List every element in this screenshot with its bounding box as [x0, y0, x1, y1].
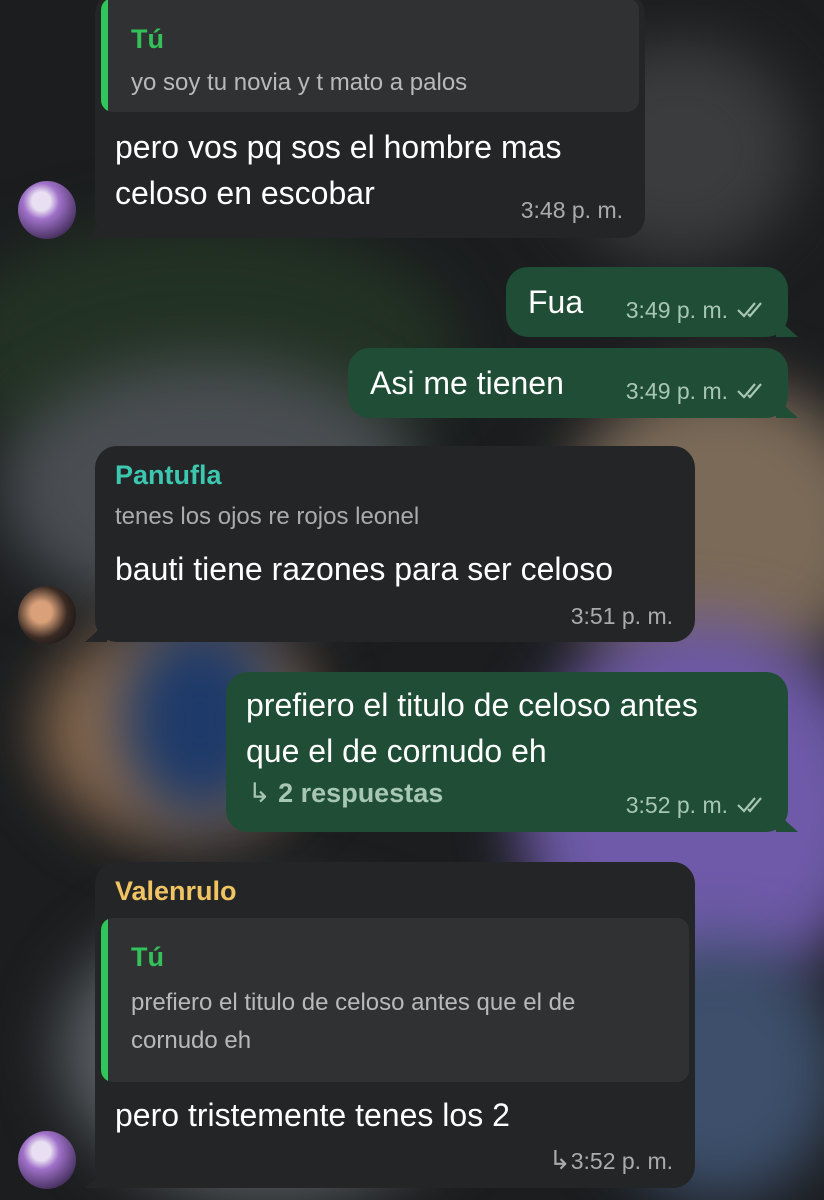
message-bubble-outgoing[interactable]: prefiero el titulo de celoso antes que e… [226, 672, 788, 832]
quote-sender: Tú [131, 942, 164, 972]
double-check-icon [736, 793, 770, 820]
quoted-message[interactable]: Tú yo soy tu novia y t mato a palos [101, 0, 639, 112]
message-time-text: 3:49 p. m. [625, 296, 728, 323]
message-time-text: 3:52 p. m. [625, 791, 728, 818]
avatar[interactable] [18, 1131, 76, 1189]
sender-name[interactable]: Valenrulo [115, 876, 237, 907]
message-text: pero tristemente tenes los 2 [115, 1097, 510, 1133]
message-bubble-incoming[interactable]: Valenrulo Tú prefiero el titulo de celos… [95, 862, 695, 1188]
message-time: 3:48 p. m. [520, 197, 623, 223]
message-bubble-incoming[interactable]: Pantufla tenes los ojos re rojos leonel … [95, 446, 695, 642]
reply-arrow-icon: ↳ [248, 778, 271, 808]
message-text: bauti tiene razones para ser celoso [115, 551, 614, 587]
quoted-message[interactable]: Tú prefiero el titulo de celoso antes qu… [101, 918, 689, 1082]
quote-line: cornudo eh [131, 1027, 252, 1054]
message-bubble-outgoing[interactable]: Fua 3:49 p. m. [506, 267, 788, 337]
message-line: que el de cornudo eh [246, 733, 547, 769]
message-text: Asi me tienen [370, 365, 564, 401]
quote-accent-bar [101, 0, 108, 112]
message-text: Fua [528, 284, 584, 320]
reply-arrow-icon: ↳ [548, 1145, 571, 1175]
quote-text: yo soy tu novia y t mato a palos [131, 69, 468, 96]
double-check-icon [736, 298, 770, 325]
message-line: prefiero el titulo de celoso antes [246, 687, 698, 723]
quote-text: prefiero el titulo de celoso antes que e… [131, 984, 575, 1060]
message-time: 3:51 p. m. [570, 603, 673, 629]
avatar[interactable] [18, 181, 76, 239]
message-time: 3:49 p. m. [626, 378, 770, 406]
message-time: 3:49 p. m. [626, 297, 770, 325]
quote-line: prefiero el titulo de celoso antes que e… [131, 989, 576, 1016]
replies-link[interactable]: ↳ 2 respuestas [248, 778, 443, 809]
message-text: pero vos pq sos el hombre mas celoso en … [115, 124, 561, 216]
message-bubble-outgoing[interactable]: Asi me tienen 3:49 p. m. [348, 348, 788, 418]
replies-count: 2 respuestas [278, 778, 444, 808]
message-time: 3:52 p. m. [626, 792, 770, 820]
message-time-text: 3:49 p. m. [625, 377, 728, 404]
message-text: prefiero el titulo de celoso antes que e… [246, 682, 698, 774]
message-time: ↳3:52 p. m. [549, 1145, 673, 1176]
quote-text[interactable]: tenes los ojos re rojos leonel [115, 498, 419, 536]
message-bubble-incoming[interactable]: Tú yo soy tu novia y t mato a palos pero… [95, 0, 645, 238]
sender-name[interactable]: Pantufla [115, 460, 222, 491]
double-check-icon [736, 379, 770, 406]
message-line: pero vos pq sos el hombre mas [115, 129, 562, 165]
quote-sender: Tú [131, 24, 164, 54]
message-time-text: 3:52 p. m. [570, 1148, 673, 1174]
quote-accent-bar [101, 918, 108, 1082]
message-line: celoso en escobar [115, 175, 375, 211]
avatar[interactable] [18, 586, 76, 644]
